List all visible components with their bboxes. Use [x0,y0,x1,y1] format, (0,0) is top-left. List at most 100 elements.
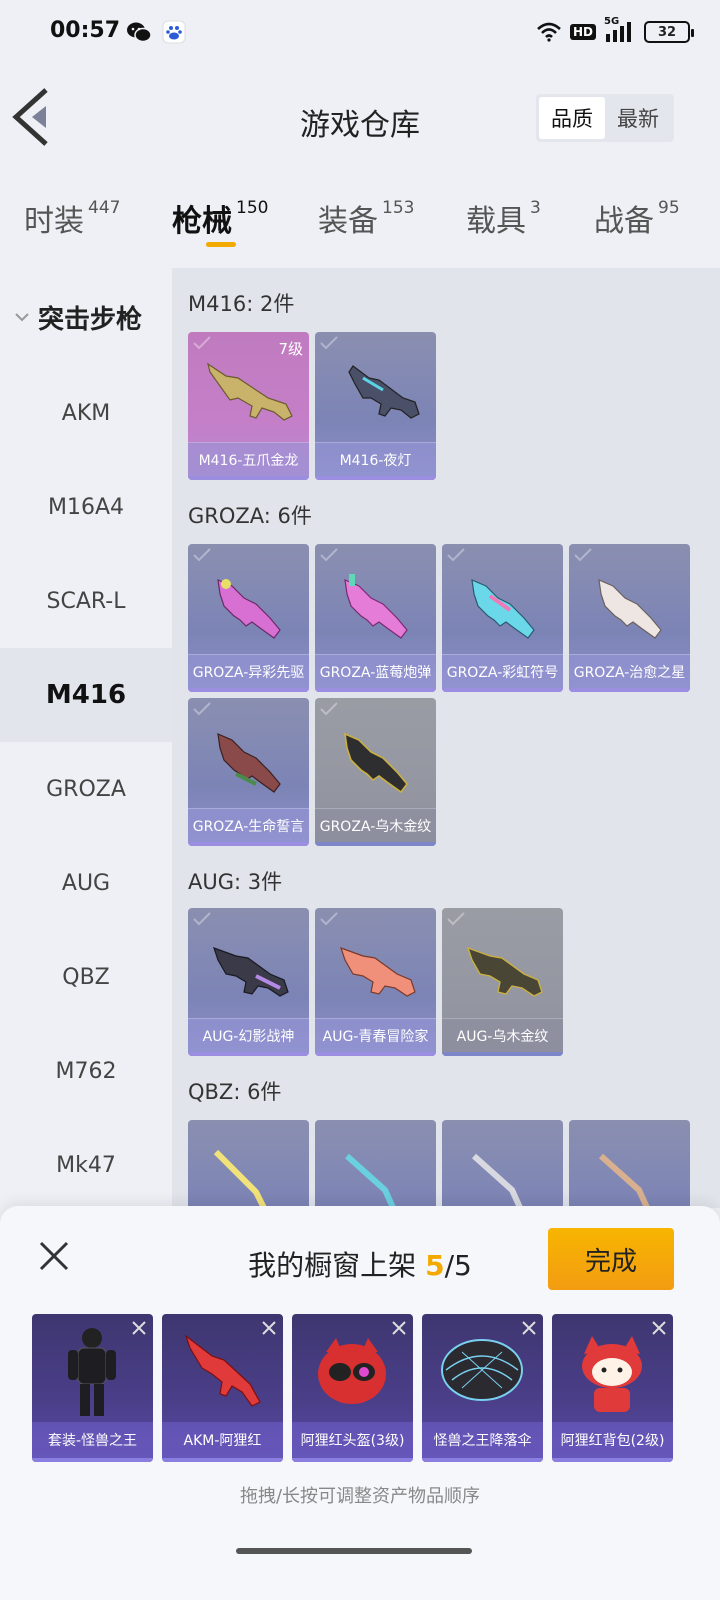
sidebar-item-m762[interactable]: M762 [0,1024,172,1118]
wechat-icon [127,22,152,43]
rifle-icon [348,365,420,419]
sidebar-item-m16a4[interactable]: M16A4 [0,460,172,554]
status-time: 00:57 [50,18,121,43]
showcase-count-current: 5 [425,1249,445,1282]
skin-name: GROZA-异彩先驱 [188,654,309,692]
done-button[interactable]: 完成 [548,1228,674,1290]
skin-name: AUG-乌木金纹 [442,1018,563,1056]
skin-name: GROZA-乌木金纹 [315,808,436,846]
showcase-item[interactable]: 阿狸红头盔(3级) [292,1314,413,1462]
tab-label: 枪械 [172,204,232,239]
skin-card[interactable]: AUG-乌木金纹 [442,908,563,1056]
showcase-item[interactable]: 阿狸红背包(2级) [552,1314,673,1462]
rifle-icon [340,947,416,997]
showcase-count-total: /5 [444,1249,472,1282]
skin-card[interactable]: GROZA-乌木金纹 [315,698,436,846]
skin-name: AUG-幻影战神 [188,1018,309,1056]
skin-card[interactable]: GROZA-生命誓言 [188,698,309,846]
sort-quality-option[interactable]: 品质 [539,97,605,139]
sidebar-item-akm[interactable]: AKM [0,366,172,460]
tab-label: 时装 [24,204,84,239]
checkmark-icon [320,336,338,350]
backpack-icon [582,1336,642,1412]
sidebar-item-mk47[interactable]: Mk47 [0,1118,172,1212]
checkmark-icon [193,912,211,926]
showcase-item-name: 套装-怪兽之王 [32,1422,153,1462]
skin-name: GROZA-治愈之星 [569,654,690,692]
skin-card[interactable]: GROZA-蓝莓炮弹 [315,544,436,692]
checkmark-icon [193,548,211,562]
tab-supplies[interactable]: 战备 95 [594,196,680,240]
section-title-aug: AUG: 3件 [188,870,283,894]
sidebar-item-scar-l[interactable]: SCAR-L [0,554,172,648]
sidebar-group-assault-rifles[interactable]: 突击步枪 [0,268,172,366]
showcase-item[interactable]: 怪兽之王降落伞 [422,1314,543,1462]
skin-card[interactable]: GROZA-异彩先驱 [188,544,309,692]
tab-count: 153 [382,198,415,218]
tab-equipment[interactable]: 装备 153 [318,196,414,240]
sidebar-item-m416[interactable]: M416 [0,648,172,742]
rifle-icon [213,947,289,997]
tab-count: 447 [88,198,121,218]
sidebar-item-groza[interactable]: GROZA [0,742,172,836]
cellular-signal-icon: 5G [604,16,636,44]
checkmark-icon [447,548,465,562]
tab-label: 装备 [318,204,378,239]
tab-label: 载具 [466,204,526,239]
tab-outfit[interactable]: 时装 447 [24,196,120,240]
showcase-item-name: AKM-阿狸红 [162,1422,283,1462]
checkmark-icon [320,548,338,562]
header: 游戏仓库 品质 最新 [0,76,720,166]
skin-name: M416-夜灯 [315,442,436,480]
rifle-icon [344,574,408,639]
rifle-icon [598,579,662,639]
skin-card[interactable]: 7级 M416-五爪金龙 [188,332,309,480]
skin-card[interactable]: GROZA-彩虹符号 [442,544,563,692]
section-title-qbz: QBZ: 6件 [188,1080,282,1104]
checkmark-icon [193,702,211,716]
skin-card[interactable] [188,1120,309,1208]
tab-guns[interactable]: 枪械 150 [172,196,268,240]
skin-card[interactable]: AUG-青春冒险家 [315,908,436,1056]
sidebar-item-qbz[interactable]: QBZ [0,930,172,1024]
tab-vehicles[interactable]: 载具 3 [466,196,541,240]
status-bar: 00:57 HD 5G 32 [0,0,720,64]
rifle-icon [344,732,409,794]
aug-skin-grid: AUG-幻影战神 AUG-青春冒险家 AUG-乌木金纹 [188,908,700,1056]
home-indicator[interactable] [236,1548,472,1554]
showcase-item[interactable]: AKM-阿狸红 [162,1314,283,1462]
rifle-icon [466,946,543,997]
rifle-icon [207,362,293,421]
tab-count: 150 [236,198,269,218]
sidebar-item-aug[interactable]: AUG [0,836,172,930]
showcase-item-name: 怪兽之王降落伞 [422,1422,543,1462]
skin-name: AUG-青春冒险家 [315,1018,436,1056]
checkmark-icon [193,336,211,350]
skin-name: M416-五爪金龙 [188,442,309,480]
category-tabs: 时装 447 枪械 150 装备 153 载具 3 战备 95 [0,190,720,260]
skin-card[interactable] [442,1120,563,1208]
skin-card[interactable] [569,1120,690,1208]
skin-name: GROZA-彩虹符号 [442,654,563,692]
rifle-icon [213,1149,268,1208]
tab-label: 战备 [594,204,654,239]
chevron-down-icon [15,313,29,322]
showcase-item[interactable]: 套装-怪兽之王 [32,1314,153,1462]
skin-card[interactable]: AUG-幻影战神 [188,908,309,1056]
tab-count: 95 [658,198,680,218]
section-title-m416: M416: 2件 [188,292,295,316]
wifi-icon [537,22,561,42]
skin-card[interactable]: GROZA-治愈之星 [569,544,690,692]
checkmark-icon [447,912,465,926]
skin-name: GROZA-蓝莓炮弹 [315,654,436,692]
sort-newest-option[interactable]: 最新 [605,97,671,139]
skin-card[interactable] [315,1120,436,1208]
skin-card[interactable]: M416-夜灯 [315,332,436,480]
weapon-skin-list: M416: 2件 7级 M416-五爪金龙 M416-夜灯 GROZA: 6件 [172,268,720,1208]
rifle-icon [471,579,535,639]
rifle-icon [217,579,281,639]
reorder-hint: 拖拽/长按可调整资产物品顺序 [239,1486,481,1507]
skin-name: GROZA-生命誓言 [188,808,309,846]
qbz-skin-grid [188,1120,700,1208]
checkmark-icon [574,548,592,562]
